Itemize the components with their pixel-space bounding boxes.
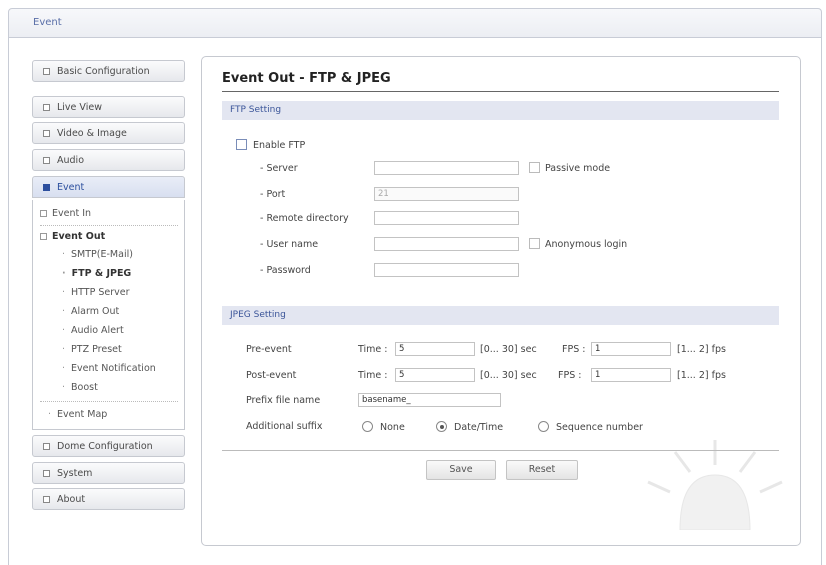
page-title: Event Out - FTP & JPEG — [222, 71, 391, 86]
expand-box-icon — [43, 157, 50, 164]
pre-fps-label: FPS : — [562, 344, 586, 355]
sidebar-item-system[interactable]: System — [32, 462, 185, 484]
suffix-datetime-radio[interactable] — [436, 421, 447, 432]
sidebar-item-boost[interactable]: · Boost — [62, 382, 98, 393]
passive-mode-checkbox[interactable] — [529, 162, 540, 173]
suffix-sequence-label: Sequence number — [556, 422, 643, 433]
passive-mode-label: Passive mode — [545, 163, 611, 174]
divider — [40, 225, 178, 226]
ftp-section-header: FTP Setting — [222, 101, 779, 120]
sidebar-item-dome-configuration[interactable]: Dome Configuration — [32, 435, 185, 457]
post-time-label: Time : — [358, 370, 388, 381]
expand-box-icon — [43, 68, 50, 75]
user-name-input[interactable] — [374, 237, 519, 251]
expand-box-icon — [43, 496, 50, 503]
expand-box-icon — [43, 130, 50, 137]
post-event-time-input[interactable]: 5 — [395, 368, 475, 382]
pre-time-range: [0... 30] sec — [480, 344, 537, 355]
expand-box-icon — [43, 470, 50, 477]
sidebar-item-ftp-jpeg[interactable]: · FTP & JPEG — [62, 268, 131, 279]
bullet-icon: · — [62, 325, 66, 336]
collapse-box-icon — [43, 184, 50, 191]
sidebar-item-alarm-out[interactable]: · Alarm Out — [62, 306, 119, 317]
remote-directory-input[interactable] — [374, 211, 519, 225]
minus-box-icon — [40, 233, 47, 240]
anonymous-login-label: Anonymous login — [545, 239, 628, 250]
prefix-file-name-label: Prefix file name — [246, 395, 321, 406]
anonymous-login-checkbox[interactable] — [529, 238, 540, 249]
sidebar-item-event[interactable]: Event — [32, 176, 185, 198]
port-input[interactable]: 21 — [374, 187, 519, 201]
suffix-datetime-label: Date/Time — [454, 422, 504, 433]
post-fps-range: [1... 2] fps — [677, 370, 726, 381]
bullet-icon: · — [62, 306, 66, 317]
server-input[interactable] — [374, 161, 519, 175]
expand-box-icon — [43, 104, 50, 111]
title-divider — [222, 91, 779, 92]
prefix-file-name-input[interactable]: basename_ — [358, 393, 501, 407]
pre-time-label: Time : — [358, 344, 388, 355]
jpeg-section-header: JPEG Setting — [222, 306, 779, 325]
sidebar-item-smtp[interactable]: · SMTP(E-Mail) — [62, 249, 133, 260]
camera-watermark-icon — [647, 440, 783, 530]
sidebar-item-video-image[interactable]: Video & Image — [32, 122, 185, 144]
top-bar: Event — [8, 8, 822, 38]
bullet-icon: · — [62, 249, 66, 260]
pre-fps-range: [1... 2] fps — [677, 344, 726, 355]
sidebar-item-event-out[interactable]: Event Out — [40, 231, 105, 242]
divider — [40, 401, 178, 402]
sidebar-item-event-in[interactable]: Event In — [40, 208, 91, 219]
reset-button[interactable]: Reset — [506, 460, 578, 480]
sidebar-item-about[interactable]: About — [32, 488, 185, 510]
sidebar-item-ptz-preset[interactable]: · PTZ Preset — [62, 344, 122, 355]
bullet-icon: · — [62, 382, 66, 393]
sidebar-item-audio[interactable]: Audio — [32, 149, 185, 171]
sidebar-item-basic-configuration[interactable]: Basic Configuration — [32, 60, 185, 82]
port-label: - Port — [260, 189, 286, 200]
sidebar-item-audio-alert[interactable]: · Audio Alert — [62, 325, 124, 336]
expand-box-icon — [43, 443, 50, 450]
bullet-icon: · — [62, 344, 66, 355]
enable-ftp-label: Enable FTP — [253, 140, 306, 151]
enable-ftp-checkbox[interactable] — [236, 139, 247, 150]
bullet-icon: · — [62, 363, 66, 374]
post-event-label: Post-event — [246, 370, 297, 381]
user-name-label: - User name — [260, 239, 319, 250]
additional-suffix-label: Additional suffix — [246, 421, 323, 432]
save-button[interactable]: Save — [426, 460, 496, 480]
sidebar-item-live-view[interactable]: Live View — [32, 96, 185, 118]
post-fps-label: FPS : — [558, 370, 582, 381]
suffix-sequence-radio[interactable] — [538, 421, 549, 432]
plus-box-icon — [40, 210, 47, 217]
sidebar-item-http-server[interactable]: · HTTP Server — [62, 287, 130, 298]
pre-event-time-input[interactable]: 5 — [395, 342, 475, 356]
suffix-none-label: None — [380, 422, 405, 433]
bullet-icon: · — [48, 409, 52, 420]
bullet-icon: · — [62, 287, 66, 298]
password-input[interactable] — [374, 263, 519, 277]
pre-event-label: Pre-event — [246, 344, 292, 355]
post-event-fps-input[interactable]: 1 — [591, 368, 671, 382]
sidebar-item-event-map[interactable]: · Event Map — [48, 409, 107, 420]
top-bar-title: Event — [33, 17, 62, 28]
post-time-range: [0... 30] sec — [480, 370, 537, 381]
remote-directory-label: - Remote directory — [260, 213, 349, 224]
password-label: - Password — [260, 265, 311, 276]
pre-event-fps-input[interactable]: 1 — [591, 342, 671, 356]
server-label: - Server — [260, 163, 298, 174]
sidebar-item-event-notification[interactable]: · Event Notification — [62, 363, 156, 374]
bullet-icon: · — [62, 268, 66, 279]
suffix-none-radio[interactable] — [362, 421, 373, 432]
form-divider — [222, 450, 779, 451]
